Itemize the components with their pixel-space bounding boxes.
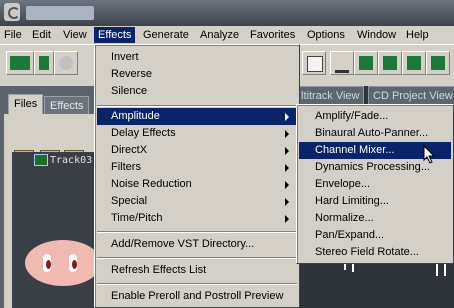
menu-separator (97, 105, 297, 107)
tab-cd-project-view[interactable]: CD Project View (368, 86, 454, 106)
cd-button[interactable] (54, 51, 78, 75)
menu-item-amplify-fade[interactable]: Amplify/Fade... (299, 108, 451, 125)
menu-separator (97, 257, 297, 259)
menu-item-enable-preroll[interactable]: Enable Preroll and Postroll Preview (97, 288, 297, 305)
menu-item-label: Filters (111, 161, 141, 173)
paste-new-icon (407, 56, 421, 70)
menu-separator (97, 231, 297, 233)
menu-item-label: Noise Reduction (111, 178, 192, 190)
menu-item-label: Time/Pitch (111, 212, 163, 224)
menu-item-label: Delay Effects (111, 127, 176, 139)
amplitude-submenu: Amplify/Fade... Binaural Auto-Panner... … (296, 104, 454, 264)
extra-tool-button[interactable] (426, 51, 450, 75)
menu-item-time-pitch[interactable]: Time/Pitch (97, 210, 297, 227)
menu-analyze[interactable]: Analyze (200, 27, 239, 43)
effects-menu: Invert Reverse Silence Amplitude Delay E… (94, 44, 300, 308)
submenu-arrow-icon (285, 164, 289, 172)
menu-favorites[interactable]: Favorites (250, 27, 295, 43)
title-bar (0, 0, 454, 26)
menu-item-add-remove-vst[interactable]: Add/Remove VST Directory... (97, 236, 297, 253)
cd-icon (59, 56, 73, 70)
menu-item-delay-effects[interactable]: Delay Effects (97, 125, 297, 142)
menu-item-pan-expand[interactable]: Pan/Expand... (299, 227, 451, 244)
menu-item-directx[interactable]: DirectX (97, 142, 297, 159)
title-strip (26, 6, 94, 20)
track-name: Track03 (50, 155, 93, 166)
trim-button[interactable] (378, 51, 402, 75)
menu-item-reverse[interactable]: Reverse (97, 66, 297, 83)
tab-multitrack-view[interactable]: ltitrack View (296, 86, 365, 106)
menu-separator (97, 283, 297, 285)
tool-icon (431, 56, 445, 70)
menu-window[interactable]: Window (357, 27, 396, 43)
menu-item-invert[interactable]: Invert (97, 49, 297, 66)
submenu-arrow-icon (285, 198, 289, 206)
menu-effects[interactable]: Effects (94, 27, 136, 43)
scissors-icon (335, 56, 349, 73)
menu-generate[interactable]: Generate (143, 27, 189, 43)
menu-item-label: DirectX (111, 144, 148, 156)
menu-item-noise-reduction[interactable]: Noise Reduction (97, 176, 297, 193)
submenu-arrow-icon (285, 147, 289, 155)
multitrack-button[interactable] (34, 51, 54, 75)
nostril-left (46, 260, 51, 269)
menu-bar: File Edit View Effects Generate Analyze … (0, 26, 454, 44)
menu-item-amplitude[interactable]: Amplitude (97, 108, 297, 125)
mouse-cursor-icon (423, 145, 436, 164)
waveform-file-icon (34, 154, 48, 166)
menu-item-refresh-effects[interactable]: Refresh Effects List (97, 262, 297, 279)
menu-item-filters[interactable]: Filters (97, 159, 297, 176)
submenu-arrow-icon (285, 113, 289, 121)
menu-item-stereo-field-rotate[interactable]: Stereo Field Rotate... (299, 244, 451, 261)
waveform-icon (10, 56, 30, 70)
waveform-view-button[interactable] (6, 51, 34, 75)
multitrack-icon (39, 56, 49, 70)
menu-options[interactable]: Options (307, 27, 345, 43)
tab-files[interactable]: Files (8, 94, 44, 115)
trim-icon (383, 56, 397, 70)
menu-file[interactable]: File (4, 27, 22, 43)
menu-view[interactable]: View (63, 27, 87, 43)
paste-new-button[interactable] (402, 51, 426, 75)
menu-item-binaural-auto-panner[interactable]: Binaural Auto-Panner... (299, 125, 451, 142)
menu-item-hard-limiting[interactable]: Hard Limiting... (299, 193, 451, 210)
list-item[interactable]: Track03 (34, 154, 92, 168)
mix-paste-icon (359, 56, 373, 70)
copy-button[interactable] (302, 51, 326, 75)
menu-help[interactable]: Help (406, 27, 429, 43)
mix-paste-button[interactable] (354, 51, 378, 75)
menu-item-special[interactable]: Special (97, 193, 297, 210)
menu-item-silence[interactable]: Silence (97, 83, 297, 100)
pig-face-icon (25, 240, 101, 286)
menu-edit[interactable]: Edit (32, 27, 51, 43)
submenu-arrow-icon (285, 215, 289, 223)
tab-effects[interactable]: Effects (44, 96, 90, 115)
copy-icon (307, 56, 323, 72)
menu-item-label: Special (111, 195, 148, 207)
menu-item-label: Amplitude (111, 110, 160, 122)
app-logo-icon (4, 3, 20, 21)
cut-button[interactable] (330, 51, 354, 75)
submenu-arrow-icon (285, 130, 289, 138)
menu-item-normalize[interactable]: Normalize... (299, 210, 451, 227)
nostril-right (72, 260, 77, 269)
submenu-arrow-icon (285, 181, 289, 189)
menu-item-envelope[interactable]: Envelope... (299, 176, 451, 193)
